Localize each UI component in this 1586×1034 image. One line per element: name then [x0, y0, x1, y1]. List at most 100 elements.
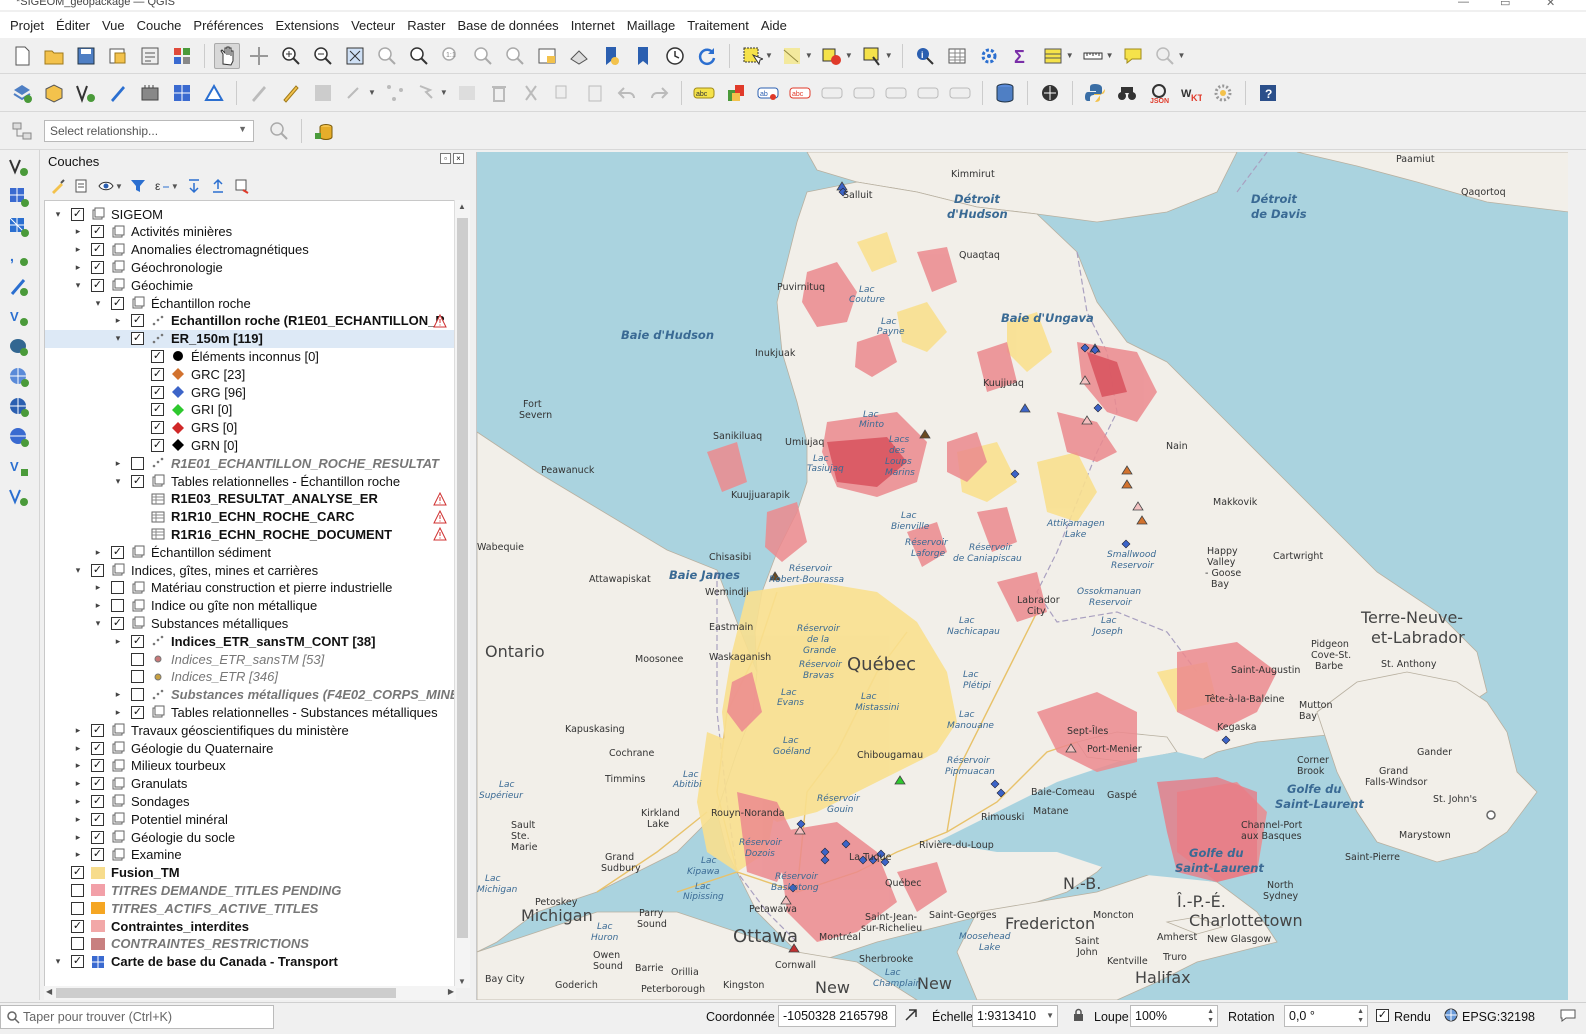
- lock-icon[interactable]: [1072, 1008, 1085, 1022]
- layer-visibility-checkbox[interactable]: ✓: [111, 296, 124, 310]
- crs-globe-icon[interactable]: [1444, 1008, 1458, 1022]
- processing-toolbox-icon[interactable]: [976, 43, 1002, 69]
- menu-item-7[interactable]: Raster: [401, 18, 451, 33]
- menu-item-9[interactable]: Internet: [565, 18, 621, 33]
- zoom-out-icon[interactable]: [310, 43, 336, 69]
- deselect-dropdown[interactable]: ▼: [845, 51, 853, 60]
- layer-row[interactable]: ▸ ✓ Tables relationnelles - Substances mét…: [45, 703, 455, 721]
- layer-visibility-checkbox[interactable]: ✓: [71, 955, 84, 969]
- warning-icon[interactable]: [433, 509, 447, 524]
- layer-row[interactable]: ▸ R1E01_ECHANTILLON_ROCHE_RESULTAT: [45, 454, 455, 472]
- help-icon[interactable]: ?: [1255, 80, 1281, 106]
- pin-labels-icon[interactable]: [819, 80, 845, 106]
- layer-visibility-checkbox[interactable]: ✓: [91, 225, 104, 239]
- add-wcs-icon[interactable]: [6, 424, 32, 450]
- map-tips-icon[interactable]: [1120, 43, 1146, 69]
- save-edits-icon[interactable]: [310, 80, 336, 106]
- layer-row[interactable]: ▸ ✓ Échantillon sédiment: [45, 543, 455, 561]
- move-feature-icon[interactable]: [414, 80, 440, 106]
- cut-features-icon[interactable]: [518, 80, 544, 106]
- expand-arrow-icon[interactable]: ▸: [73, 849, 83, 860]
- layer-row[interactable]: TITRES DEMANDE_TITLES PENDING: [45, 881, 455, 899]
- collapse-arrow-icon[interactable]: ▾: [93, 618, 103, 629]
- manage-visibility-icon[interactable]: [95, 175, 117, 197]
- locate-dropdown[interactable]: ▼: [1178, 51, 1186, 60]
- layer-row[interactable]: Indices_ETR [346]: [45, 668, 455, 686]
- layer-row[interactable]: ✓ Fusion_TM: [45, 864, 455, 882]
- copy-features-icon[interactable]: [550, 80, 576, 106]
- warning-icon[interactable]: [433, 313, 447, 328]
- menu-item-10[interactable]: Maillage: [621, 18, 681, 33]
- field-calc-dropdown[interactable]: ▼: [1066, 51, 1074, 60]
- layer-row[interactable]: ▸ ✓ Indices_ETR_sansTM_CONT [38]: [45, 632, 455, 650]
- expand-arrow-icon[interactable]: ▸: [113, 458, 123, 469]
- layer-visibility-checkbox[interactable]: ✓: [91, 563, 104, 577]
- zoom-full-icon[interactable]: [342, 43, 368, 69]
- wkt-icon[interactable]: W KT: [1178, 80, 1204, 106]
- layer-row[interactable]: ▾ ✓ Géochimie: [45, 276, 455, 294]
- undo-icon[interactable]: [614, 80, 640, 106]
- data-source-manager-icon[interactable]: [9, 80, 35, 106]
- menu-item-5[interactable]: Extensions: [270, 18, 346, 33]
- layer-visibility-checkbox[interactable]: ✓: [151, 403, 164, 417]
- expand-arrow-icon[interactable]: ▸: [113, 689, 123, 700]
- add-spatialite-icon[interactable]: [6, 274, 32, 300]
- db-import-icon[interactable]: [311, 118, 337, 144]
- add-wfs-icon[interactable]: [6, 394, 32, 420]
- layer-row[interactable]: ✓ GRS [0]: [45, 419, 455, 437]
- menu-item-12[interactable]: Aide: [755, 18, 793, 33]
- new-3d-map-icon[interactable]: [566, 43, 592, 69]
- rotation-field[interactable]: 0,0 ° ▲ ▼: [1284, 1005, 1368, 1027]
- diagram-icon[interactable]: ab: [755, 80, 781, 106]
- expand-arrow-icon[interactable]: ▸: [73, 244, 83, 255]
- new-spatial-bookmark-icon[interactable]: [598, 43, 624, 69]
- remove-layer-icon[interactable]: [231, 175, 253, 197]
- layer-row[interactable]: R1R16_ECHN_ROCHE_DOCUMENT: [45, 525, 455, 543]
- layer-visibility-checkbox[interactable]: ✓: [71, 919, 84, 933]
- layer-row[interactable]: ✓ GRI [0]: [45, 401, 455, 419]
- panel-close-button[interactable]: ×: [453, 153, 464, 164]
- layer-row[interactable]: CONTRAINTES_RESTRICTIONS: [45, 935, 455, 953]
- select-value-dropdown[interactable]: ▼: [805, 51, 813, 60]
- layer-row[interactable]: ▾ ✓ Tables relationnelles - Échantillon ro…: [45, 472, 455, 490]
- change-label-icon[interactable]: [947, 80, 973, 106]
- expand-arrow-icon[interactable]: ▸: [73, 796, 83, 807]
- panel-float-button[interactable]: ▫: [440, 153, 451, 164]
- layer-visibility-checkbox[interactable]: [131, 652, 144, 666]
- layer-row[interactable]: ✓ Éléments inconnus [0]: [45, 347, 455, 365]
- layer-row[interactable]: TITRES_ACTIFS_ACTIVE_TITLES: [45, 899, 455, 917]
- layer-row[interactable]: ▸ ✓ Milieux tourbeux: [45, 757, 455, 775]
- layer-visibility-checkbox[interactable]: ✓: [91, 777, 104, 791]
- menu-item-0[interactable]: Projet: [4, 18, 50, 33]
- layer-row[interactable]: ▸ ✓ Géochronologie: [45, 258, 455, 276]
- collapse-arrow-icon[interactable]: ▾: [73, 565, 83, 576]
- layer-visibility-checkbox[interactable]: ✓: [131, 474, 144, 488]
- layer-row[interactable]: ✓ Contraintes_interdites: [45, 917, 455, 935]
- zoom-to-layer-icon[interactable]: [406, 43, 432, 69]
- open-project-icon[interactable]: [41, 43, 67, 69]
- attribute-table-icon[interactable]: [944, 43, 970, 69]
- filter-expression-icon[interactable]: ε: [151, 175, 173, 197]
- menu-item-4[interactable]: Préférences: [187, 18, 269, 33]
- new-geopackage-icon[interactable]: [41, 80, 67, 106]
- layer-visibility-checkbox[interactable]: ✓: [131, 705, 144, 719]
- layer-row[interactable]: R1E03_RESULTAT_ANALYSE_ER: [45, 490, 455, 508]
- add-virtual-tile-icon[interactable]: [6, 484, 32, 510]
- new-print-layout-icon[interactable]: [105, 43, 131, 69]
- layer-row[interactable]: ▸ ✓ Travaux géoscientifiques du ministère: [45, 721, 455, 739]
- layer-visibility-checkbox[interactable]: [131, 456, 144, 470]
- layer-row[interactable]: ▾ ✓ SIGEOM: [45, 205, 455, 223]
- collapse-arrow-icon[interactable]: ▾: [73, 280, 83, 291]
- new-project-icon[interactable]: [9, 43, 35, 69]
- add-vector-tile-icon[interactable]: V: [6, 454, 32, 480]
- layer-row[interactable]: ▸ ✓ Activités minières: [45, 223, 455, 241]
- select-features-icon[interactable]: [739, 43, 765, 69]
- layer-tree-vscrollbar[interactable]: ▲ ▼: [454, 200, 470, 988]
- add-virtual-layer-icon[interactable]: V: [6, 304, 32, 330]
- layer-labeling-icon[interactable]: [723, 80, 749, 106]
- menu-item-11[interactable]: Traitement: [681, 18, 755, 33]
- expand-arrow-icon[interactable]: ▸: [73, 832, 83, 843]
- expand-arrow-icon[interactable]: ▸: [73, 226, 83, 237]
- collapse-arrow-icon[interactable]: ▾: [53, 209, 63, 220]
- crs-label[interactable]: EPSG:32198: [1462, 1010, 1535, 1024]
